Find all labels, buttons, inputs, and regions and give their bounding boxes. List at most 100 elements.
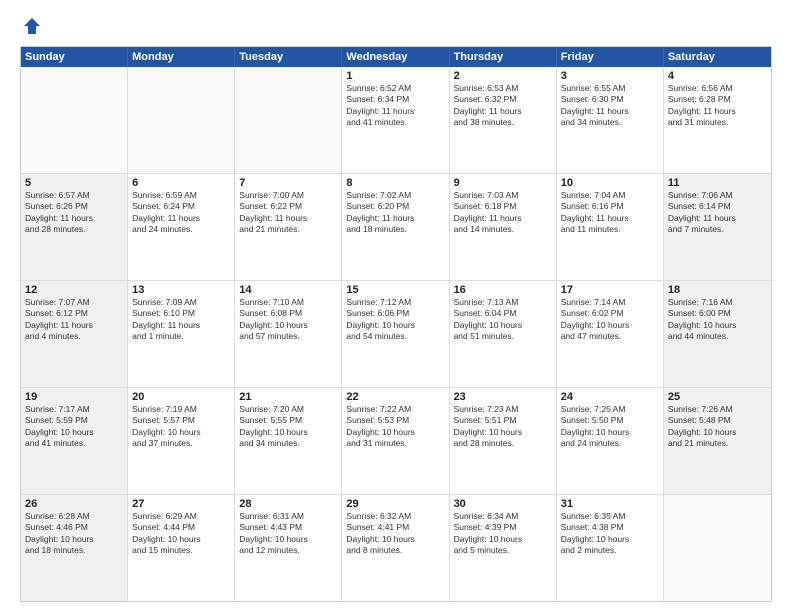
day-number: 17 [561,284,659,296]
calendar-cell-15: 15Sunrise: 7:12 AM Sunset: 6:06 PM Dayli… [342,281,449,387]
day-number: 4 [668,70,767,82]
calendar-header: SundayMondayTuesdayWednesdayThursdayFrid… [21,47,771,67]
calendar-cell-31: 31Sunrise: 6:35 AM Sunset: 4:38 PM Dayli… [557,495,664,601]
cell-info: Sunrise: 7:02 AM Sunset: 6:20 PM Dayligh… [346,190,444,236]
calendar: SundayMondayTuesdayWednesdayThursdayFrid… [20,46,772,602]
calendar-cell-19: 19Sunrise: 7:17 AM Sunset: 5:59 PM Dayli… [21,388,128,494]
header-day-sunday: Sunday [21,47,128,67]
calendar-cell-4: 4Sunrise: 6:56 AM Sunset: 6:28 PM Daylig… [664,67,771,173]
cell-info: Sunrise: 6:32 AM Sunset: 4:41 PM Dayligh… [346,511,444,557]
day-number: 24 [561,391,659,403]
cell-info: Sunrise: 6:57 AM Sunset: 6:26 PM Dayligh… [25,190,123,236]
cell-info: Sunrise: 7:07 AM Sunset: 6:12 PM Dayligh… [25,297,123,343]
cell-info: Sunrise: 7:17 AM Sunset: 5:59 PM Dayligh… [25,404,123,450]
day-number: 21 [239,391,337,403]
header-day-tuesday: Tuesday [235,47,342,67]
day-number: 5 [25,177,123,189]
cell-info: Sunrise: 7:22 AM Sunset: 5:53 PM Dayligh… [346,404,444,450]
cell-info: Sunrise: 7:16 AM Sunset: 6:00 PM Dayligh… [668,297,767,343]
calendar-cell-16: 16Sunrise: 7:13 AM Sunset: 6:04 PM Dayli… [450,281,557,387]
calendar-cell-13: 13Sunrise: 7:09 AM Sunset: 6:10 PM Dayli… [128,281,235,387]
cell-info: Sunrise: 6:28 AM Sunset: 4:46 PM Dayligh… [25,511,123,557]
calendar-cell-7: 7Sunrise: 7:00 AM Sunset: 6:22 PM Daylig… [235,174,342,280]
day-number: 14 [239,284,337,296]
header-day-monday: Monday [128,47,235,67]
cell-info: Sunrise: 6:35 AM Sunset: 4:38 PM Dayligh… [561,511,659,557]
day-number: 1 [346,70,444,82]
calendar-cell-28: 28Sunrise: 6:31 AM Sunset: 4:43 PM Dayli… [235,495,342,601]
calendar-cell-30: 30Sunrise: 6:34 AM Sunset: 4:39 PM Dayli… [450,495,557,601]
cell-info: Sunrise: 6:52 AM Sunset: 6:34 PM Dayligh… [346,83,444,129]
day-number: 30 [454,498,552,510]
day-number: 7 [239,177,337,189]
header-day-friday: Friday [557,47,664,67]
calendar-cell-12: 12Sunrise: 7:07 AM Sunset: 6:12 PM Dayli… [21,281,128,387]
day-number: 19 [25,391,123,403]
cell-info: Sunrise: 7:26 AM Sunset: 5:48 PM Dayligh… [668,404,767,450]
day-number: 8 [346,177,444,189]
day-number: 22 [346,391,444,403]
day-number: 16 [454,284,552,296]
day-number: 2 [454,70,552,82]
day-number: 10 [561,177,659,189]
day-number: 6 [132,177,230,189]
cell-info: Sunrise: 6:31 AM Sunset: 4:43 PM Dayligh… [239,511,337,557]
cell-info: Sunrise: 6:55 AM Sunset: 6:30 PM Dayligh… [561,83,659,129]
cell-info: Sunrise: 7:00 AM Sunset: 6:22 PM Dayligh… [239,190,337,236]
calendar-cell-17: 17Sunrise: 7:14 AM Sunset: 6:02 PM Dayli… [557,281,664,387]
day-number: 20 [132,391,230,403]
cell-info: Sunrise: 7:03 AM Sunset: 6:18 PM Dayligh… [454,190,552,236]
cell-info: Sunrise: 7:09 AM Sunset: 6:10 PM Dayligh… [132,297,230,343]
day-number: 13 [132,284,230,296]
header-day-thursday: Thursday [450,47,557,67]
header [20,16,772,36]
header-day-saturday: Saturday [664,47,771,67]
calendar-cell-2: 2Sunrise: 6:53 AM Sunset: 6:32 PM Daylig… [450,67,557,173]
day-number: 31 [561,498,659,510]
day-number: 15 [346,284,444,296]
cell-info: Sunrise: 7:14 AM Sunset: 6:02 PM Dayligh… [561,297,659,343]
cell-info: Sunrise: 7:10 AM Sunset: 6:08 PM Dayligh… [239,297,337,343]
calendar-cell-1: 1Sunrise: 6:52 AM Sunset: 6:34 PM Daylig… [342,67,449,173]
day-number: 12 [25,284,123,296]
cell-info: Sunrise: 7:23 AM Sunset: 5:51 PM Dayligh… [454,404,552,450]
calendar-body: 1Sunrise: 6:52 AM Sunset: 6:34 PM Daylig… [21,67,771,601]
cell-info: Sunrise: 7:04 AM Sunset: 6:16 PM Dayligh… [561,190,659,236]
day-number: 11 [668,177,767,189]
calendar-cell-29: 29Sunrise: 6:32 AM Sunset: 4:41 PM Dayli… [342,495,449,601]
day-number: 3 [561,70,659,82]
calendar-cell-27: 27Sunrise: 6:29 AM Sunset: 4:44 PM Dayli… [128,495,235,601]
calendar-cell-14: 14Sunrise: 7:10 AM Sunset: 6:08 PM Dayli… [235,281,342,387]
calendar-cell-3: 3Sunrise: 6:55 AM Sunset: 6:30 PM Daylig… [557,67,664,173]
calendar-cell-8: 8Sunrise: 7:02 AM Sunset: 6:20 PM Daylig… [342,174,449,280]
page: SundayMondayTuesdayWednesdayThursdayFrid… [0,0,792,612]
cell-info: Sunrise: 6:34 AM Sunset: 4:39 PM Dayligh… [454,511,552,557]
calendar-cell-25: 25Sunrise: 7:26 AM Sunset: 5:48 PM Dayli… [664,388,771,494]
calendar-cell-18: 18Sunrise: 7:16 AM Sunset: 6:00 PM Dayli… [664,281,771,387]
cell-info: Sunrise: 6:56 AM Sunset: 6:28 PM Dayligh… [668,83,767,129]
header-day-wednesday: Wednesday [342,47,449,67]
cell-info: Sunrise: 7:13 AM Sunset: 6:04 PM Dayligh… [454,297,552,343]
calendar-cell-empty [664,495,771,601]
cell-info: Sunrise: 7:06 AM Sunset: 6:14 PM Dayligh… [668,190,767,236]
day-number: 23 [454,391,552,403]
cell-info: Sunrise: 7:25 AM Sunset: 5:50 PM Dayligh… [561,404,659,450]
calendar-cell-24: 24Sunrise: 7:25 AM Sunset: 5:50 PM Dayli… [557,388,664,494]
cell-info: Sunrise: 7:20 AM Sunset: 5:55 PM Dayligh… [239,404,337,450]
calendar-cell-20: 20Sunrise: 7:19 AM Sunset: 5:57 PM Dayli… [128,388,235,494]
calendar-row-4: 26Sunrise: 6:28 AM Sunset: 4:46 PM Dayli… [21,494,771,601]
day-number: 27 [132,498,230,510]
day-number: 26 [25,498,123,510]
calendar-cell-6: 6Sunrise: 6:59 AM Sunset: 6:24 PM Daylig… [128,174,235,280]
cell-info: Sunrise: 6:59 AM Sunset: 6:24 PM Dayligh… [132,190,230,236]
calendar-row-3: 19Sunrise: 7:17 AM Sunset: 5:59 PM Dayli… [21,387,771,494]
day-number: 29 [346,498,444,510]
cell-info: Sunrise: 6:53 AM Sunset: 6:32 PM Dayligh… [454,83,552,129]
calendar-cell-5: 5Sunrise: 6:57 AM Sunset: 6:26 PM Daylig… [21,174,128,280]
calendar-cell-22: 22Sunrise: 7:22 AM Sunset: 5:53 PM Dayli… [342,388,449,494]
calendar-cell-11: 11Sunrise: 7:06 AM Sunset: 6:14 PM Dayli… [664,174,771,280]
logo [20,16,42,36]
cell-info: Sunrise: 6:29 AM Sunset: 4:44 PM Dayligh… [132,511,230,557]
calendar-cell-21: 21Sunrise: 7:20 AM Sunset: 5:55 PM Dayli… [235,388,342,494]
calendar-cell-23: 23Sunrise: 7:23 AM Sunset: 5:51 PM Dayli… [450,388,557,494]
